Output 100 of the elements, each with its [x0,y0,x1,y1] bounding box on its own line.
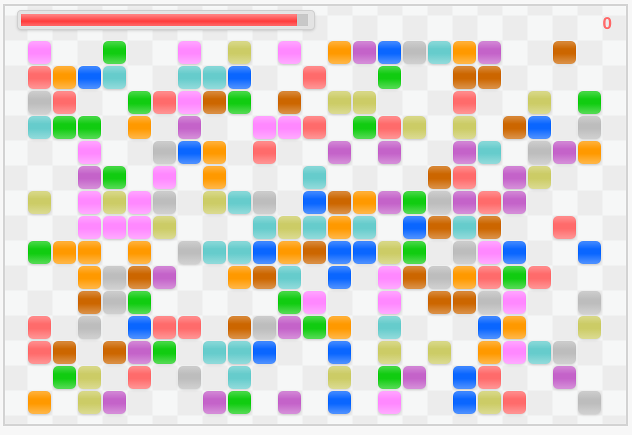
tile[interactable] [28,116,51,139]
tile[interactable] [478,391,501,414]
tile[interactable] [178,91,201,114]
tile[interactable] [78,291,101,314]
tile[interactable] [328,91,351,114]
tile[interactable] [103,166,126,189]
tile[interactable] [553,41,576,64]
tile[interactable] [78,216,101,239]
tile[interactable] [453,366,476,389]
tile[interactable] [478,216,501,239]
tile[interactable] [203,191,226,214]
tile[interactable] [353,216,376,239]
tile[interactable] [303,66,326,89]
tile[interactable] [203,66,226,89]
tile[interactable] [378,41,401,64]
tile[interactable] [128,116,151,139]
tile[interactable] [553,366,576,389]
tile[interactable] [28,91,51,114]
tile[interactable] [228,391,251,414]
tile[interactable] [178,116,201,139]
tile[interactable] [328,391,351,414]
tile[interactable] [228,66,251,89]
tile[interactable] [28,66,51,89]
tile[interactable] [478,341,501,364]
tile[interactable] [478,241,501,264]
tile[interactable] [278,316,301,339]
tile[interactable] [403,116,426,139]
tile[interactable] [503,266,526,289]
tile[interactable] [428,216,451,239]
tile[interactable] [103,291,126,314]
tile[interactable] [228,191,251,214]
tile[interactable] [53,366,76,389]
tile[interactable] [153,191,176,214]
tile[interactable] [378,266,401,289]
tile[interactable] [128,291,151,314]
tile[interactable] [328,191,351,214]
tile[interactable] [228,41,251,64]
tile[interactable] [28,191,51,214]
tile[interactable] [478,191,501,214]
tile[interactable] [278,241,301,264]
tile[interactable] [403,41,426,64]
tile[interactable] [328,341,351,364]
tile[interactable] [328,241,351,264]
tile[interactable] [103,191,126,214]
tile[interactable] [28,241,51,264]
tile[interactable] [253,216,276,239]
tile[interactable] [253,116,276,139]
tile[interactable] [303,216,326,239]
tile[interactable] [403,266,426,289]
tile[interactable] [228,241,251,264]
tile[interactable] [378,241,401,264]
tile[interactable] [253,241,276,264]
tile[interactable] [453,166,476,189]
tile[interactable] [428,166,451,189]
tile[interactable] [403,191,426,214]
tile[interactable] [153,341,176,364]
tile[interactable] [578,291,601,314]
tile[interactable] [303,291,326,314]
tile[interactable] [553,216,576,239]
tile[interactable] [553,341,576,364]
tile[interactable] [178,141,201,164]
tile[interactable] [503,391,526,414]
tile[interactable] [453,116,476,139]
tile[interactable] [378,291,401,314]
tile[interactable] [353,241,376,264]
tile[interactable] [53,341,76,364]
tile[interactable] [378,341,401,364]
tile[interactable] [128,241,151,264]
tile[interactable] [503,316,526,339]
tile[interactable] [178,366,201,389]
tile[interactable] [253,341,276,364]
tile[interactable] [378,316,401,339]
tile[interactable] [278,266,301,289]
tile[interactable] [28,316,51,339]
tile[interactable] [428,41,451,64]
tile[interactable] [453,141,476,164]
tile[interactable] [53,91,76,114]
tile[interactable] [153,166,176,189]
tile[interactable] [378,366,401,389]
tile[interactable] [503,116,526,139]
tile[interactable] [278,41,301,64]
tile[interactable] [328,141,351,164]
tile[interactable] [78,141,101,164]
tile[interactable] [203,91,226,114]
tile[interactable] [578,91,601,114]
tile[interactable] [503,341,526,364]
tile[interactable] [153,141,176,164]
tile[interactable] [128,316,151,339]
tile[interactable] [528,141,551,164]
tile[interactable] [153,316,176,339]
tile[interactable] [178,41,201,64]
tile[interactable] [578,391,601,414]
tile[interactable] [478,266,501,289]
tile[interactable] [253,266,276,289]
tile[interactable] [353,191,376,214]
tile[interactable] [178,316,201,339]
tile[interactable] [78,366,101,389]
tile[interactable] [103,216,126,239]
tile[interactable] [103,41,126,64]
tile[interactable] [278,116,301,139]
